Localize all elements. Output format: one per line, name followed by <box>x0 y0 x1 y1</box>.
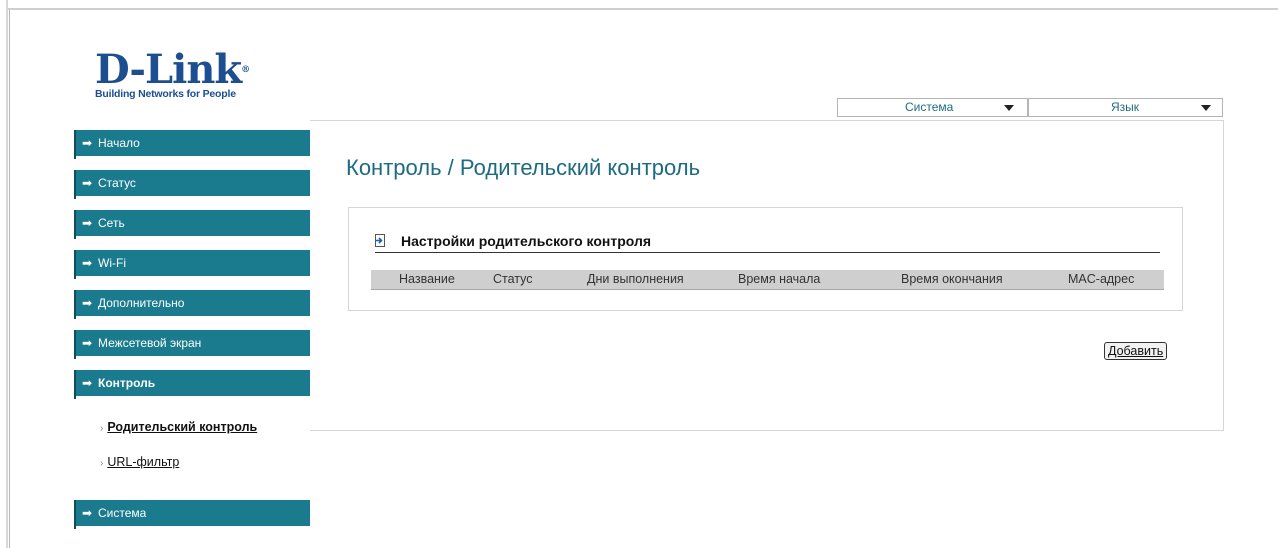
page-title: Контроль / Родительский контроль <box>346 155 701 180</box>
arrow-right-icon: ➡ <box>82 176 93 190</box>
language-dropdown[interactable]: Язык <box>1028 98 1223 117</box>
subnav-item-parental-control[interactable]: › Родительский контроль <box>100 420 257 434</box>
sidebar-item-advanced[interactable]: ➡ Дополнительно <box>74 290 310 319</box>
subnav-item-label: URL-фильтр <box>107 455 180 469</box>
window-left-line <box>9 10 10 548</box>
chevron-down-icon <box>1201 105 1211 111</box>
document-arrow-icon <box>375 234 385 247</box>
panel-title: Настройки родительского контроля <box>401 233 652 249</box>
add-button-label: Добавить <box>1108 344 1164 358</box>
sidebar-item-label: Сеть <box>98 216 125 230</box>
logo-name: D-Link <box>95 46 242 93</box>
window-left-border <box>0 0 8 548</box>
column-header-days: Дни выполнения <box>587 272 684 286</box>
bullet-icon: › <box>100 423 104 434</box>
window-top-border <box>0 0 1278 10</box>
add-button[interactable]: Добавить <box>1104 342 1168 360</box>
subnav-item-label: Родительский контроль <box>107 420 258 434</box>
sidebar-item-home[interactable]: ➡ Начало <box>74 130 310 159</box>
sidebar-item-control[interactable]: ➡ Контроль <box>74 370 310 399</box>
sidebar-item-label: Начало <box>98 136 140 150</box>
arrow-right-icon: ➡ <box>82 136 93 150</box>
arrow-right-icon: ➡ <box>82 216 93 230</box>
sidebar-item-firewall[interactable]: ➡ Межсетевой экран <box>74 330 310 359</box>
arrow-right-icon: ➡ <box>82 256 93 270</box>
settings-panel: Настройки родительского контроля Названи… <box>348 207 1183 311</box>
sidebar-item-label: Межсетевой экран <box>98 336 202 350</box>
system-dropdown[interactable]: Система <box>837 98 1028 117</box>
table-header-row: Название Статус Дни выполнения Время нач… <box>371 270 1164 290</box>
sidebar-item-label: Wi-Fi <box>98 256 126 270</box>
column-header-start-time: Время начала <box>738 272 821 286</box>
panel-header: Настройки родительского контроля <box>375 233 1160 253</box>
language-dropdown-value: Язык <box>1111 100 1140 114</box>
sidebar-item-wifi[interactable]: ➡ Wi-Fi <box>74 250 310 279</box>
bullet-icon: › <box>100 458 104 469</box>
arrow-right-icon: ➡ <box>82 296 93 310</box>
sidebar-item-label: Дополнительно <box>98 296 185 310</box>
logo-registered: ® <box>241 65 250 75</box>
main-content: Контроль / Родительский контроль Настрой… <box>310 120 1224 431</box>
column-header-status: Статус <box>493 272 533 286</box>
column-header-name: Название <box>399 272 455 286</box>
arrow-right-icon: ➡ <box>82 376 93 390</box>
sidebar-item-label: Система <box>98 506 147 520</box>
dlink-logo: D-Link® Building Networks for People <box>95 50 275 110</box>
subnav-item-url-filter[interactable]: › URL-фильтр <box>100 455 179 469</box>
sidebar-item-status[interactable]: ➡ Статус <box>74 170 310 199</box>
column-header-end-time: Время окончания <box>901 272 1003 286</box>
column-header-mac: MAC-адрес <box>1068 272 1135 286</box>
system-dropdown-value: Система <box>905 100 954 114</box>
sidebar-item-system[interactable]: ➡ Система <box>74 500 310 529</box>
arrow-right-icon: ➡ <box>82 506 93 520</box>
sidebar-item-label: Статус <box>98 176 136 190</box>
sidebar-item-label: Контроль <box>98 376 156 390</box>
sidebar-item-network[interactable]: ➡ Сеть <box>74 210 310 239</box>
arrow-right-icon: ➡ <box>82 336 93 350</box>
chevron-down-icon <box>1004 105 1014 111</box>
